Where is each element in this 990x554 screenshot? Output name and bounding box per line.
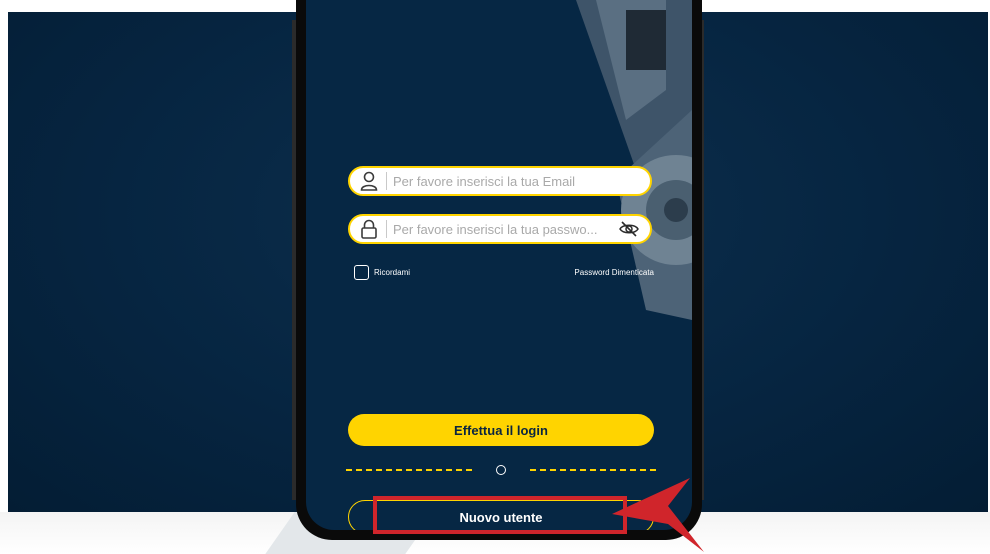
forgot-password-link[interactable]: Password Dimenticata xyxy=(574,268,654,277)
password-field[interactable]: Per favore inserisci la tua passwo... xyxy=(348,214,652,244)
lock-icon xyxy=(358,218,380,240)
divider-circle xyxy=(496,465,506,475)
email-placeholder: Per favore inserisci la tua Email xyxy=(393,173,576,189)
email-field[interactable]: Per favore inserisci la tua Email xyxy=(348,166,652,196)
annotation-arrow-icon xyxy=(612,478,704,552)
divider xyxy=(346,462,656,478)
user-icon xyxy=(358,170,380,192)
login-screen: Per favore inserisci la tua Email Per fa… xyxy=(306,0,692,530)
remember-checkbox[interactable] xyxy=(354,265,369,280)
eye-slash-icon[interactable] xyxy=(616,218,642,240)
remember-me[interactable]: Ricordami xyxy=(354,265,410,280)
divider-dash-right xyxy=(530,469,656,471)
email-separator xyxy=(386,172,387,190)
password-separator xyxy=(386,220,387,238)
remember-label: Ricordami xyxy=(374,268,411,277)
annotation-highlight-box xyxy=(373,496,627,534)
divider-dash-left xyxy=(346,469,472,471)
login-button[interactable]: Effettua il login xyxy=(348,414,654,446)
password-placeholder: Per favore inserisci la tua passwo... xyxy=(393,221,598,237)
